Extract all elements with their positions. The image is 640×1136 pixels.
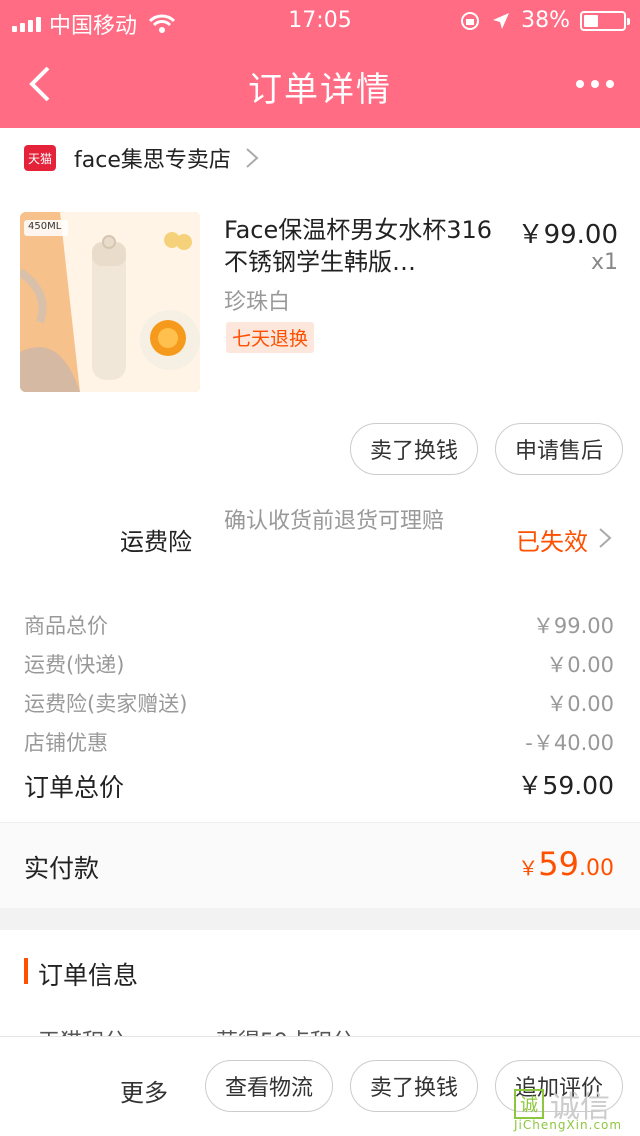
rotation-lock-icon — [461, 11, 480, 30]
cost-label: 运费险(卖家赠送) — [24, 692, 188, 716]
order-info-title: 订单信息 — [38, 961, 139, 990]
sell-button-bottom[interactable]: 卖了换钱 — [350, 1060, 478, 1112]
view-logistics-button[interactable]: 查看物流 — [205, 1060, 333, 1112]
battery-percent: 38% — [521, 8, 570, 33]
order-total-value: ￥59.00 — [517, 771, 614, 800]
order-total-row: 订单总价 ￥59.00 — [0, 762, 640, 812]
insurance-description: 确认收货前退货可理赔 — [224, 509, 445, 534]
insurance-status: 已失效 — [516, 528, 588, 556]
cost-value: ￥0.00 — [546, 653, 614, 677]
product-price: ￥99.00 — [517, 220, 618, 250]
product-image-label: 450ML — [28, 221, 62, 232]
cost-row: 运费(快递) ￥0.00 — [0, 643, 640, 682]
location-icon — [493, 12, 510, 29]
status-bar: 中国移动 17:05 38% — [0, 0, 640, 40]
order-info-row: 天猫积分 获得59点积分 — [0, 1022, 640, 1036]
product-quantity: x1 — [590, 250, 618, 275]
sell-button[interactable]: 卖了换钱 — [350, 423, 478, 475]
product-name: Face保温杯男女水杯316不锈钢学生韩版… — [224, 216, 493, 276]
amount-paid-label: 实付款 — [24, 854, 100, 883]
cost-label: 店铺优惠 — [24, 731, 108, 755]
cost-value: ￥99.00 — [532, 614, 614, 638]
watermark-url: JiChengXin.com — [514, 1118, 623, 1132]
product-image[interactable]: 450ML — [20, 212, 200, 392]
page-title: 订单详情 — [248, 70, 392, 110]
store-link[interactable]: 天猫 face集思专卖店 — [0, 128, 640, 188]
watermark: 诚 诚信 JiChengXin.com — [514, 1082, 624, 1136]
shipping-insurance-row[interactable]: 运费险 确认收货前退货可理赔 已失效 — [0, 500, 640, 580]
order-total-label: 订单总价 — [24, 773, 125, 802]
order-info-header: 订单信息 — [0, 930, 640, 1010]
order-info-key: 天猫积分 — [38, 1024, 126, 1036]
chevron-right-icon — [246, 148, 259, 168]
insurance-label: 运费险 — [120, 528, 192, 556]
more-button[interactable]: 更多 — [120, 1073, 168, 1108]
cost-row: 运费险(卖家赠送) ￥0.00 — [0, 682, 640, 721]
watermark-logo-icon: 诚 — [514, 1089, 544, 1119]
paid-decimal: .00 — [579, 856, 614, 881]
amount-paid-row: 实付款 ￥59.00 — [0, 822, 640, 908]
cost-value: -￥40.00 — [525, 731, 614, 755]
cost-label: 商品总价 — [24, 614, 108, 638]
section-accent-bar — [24, 958, 28, 984]
store-name: face集思专卖店 — [74, 148, 231, 173]
cost-breakdown: 商品总价 ￥99.00 运费(快递) ￥0.00 运费险(卖家赠送) ￥0.00… — [0, 604, 640, 760]
after-sale-button[interactable]: 申请售后 — [495, 423, 623, 475]
product-variant: 珍珠白 — [224, 290, 291, 315]
cost-row: 商品总价 ￥99.00 — [0, 604, 640, 643]
chevron-right-icon — [599, 528, 612, 548]
cost-value: ￥0.00 — [546, 692, 614, 716]
cost-label: 运费(快递) — [24, 653, 125, 677]
amount-paid-value: ￥59.00 — [518, 845, 614, 883]
order-info-value: 获得59点积分 — [216, 1024, 354, 1036]
paid-currency: ￥ — [518, 856, 539, 880]
battery-icon — [580, 10, 630, 31]
return-policy-badge: 七天退换 — [226, 322, 315, 353]
cost-row: 店铺优惠 -￥40.00 — [0, 721, 640, 760]
product-item[interactable]: 450ML Face保温杯男女水杯316不锈钢学生韩版… ￥99.00 x1 珍… — [20, 212, 620, 394]
tmall-icon: 天猫 — [24, 145, 56, 171]
section-divider — [0, 908, 640, 930]
nav-bar: 订单详情 — [0, 40, 640, 128]
status-right: 38% — [459, 8, 630, 33]
paid-integer: 59 — [538, 845, 579, 883]
more-options-icon[interactable] — [576, 80, 614, 88]
